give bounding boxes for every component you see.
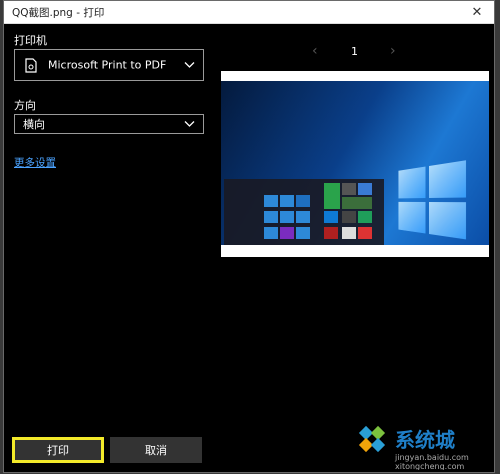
- watermark-brand: 系统城: [395, 428, 455, 452]
- preview-image: [221, 81, 489, 245]
- print-button[interactable]: 打印: [12, 437, 104, 463]
- title-bar: QQ截图.png - 打印 ✕: [4, 1, 494, 24]
- watermark-site1: jingyan.baidu.com: [394, 453, 469, 462]
- print-preview-page: [221, 71, 489, 257]
- watermark-logo: 系统城 jingyan.baidu.com xitongcheng.com: [355, 420, 495, 471]
- more-settings-link[interactable]: 更多设置: [14, 155, 56, 170]
- window-title: QQ截图.png - 打印: [12, 7, 105, 19]
- watermark-site2: xitongcheng.com: [395, 462, 465, 470]
- printer-icon: [25, 58, 37, 76]
- print-dialog: QQ截图.png - 打印 ✕ 打印机 Microsoft Print to P…: [3, 0, 495, 473]
- chevron-down-icon: [184, 59, 195, 72]
- chevron-down-icon: [184, 118, 195, 131]
- page-number: 1: [351, 45, 358, 58]
- cancel-button[interactable]: 取消: [110, 437, 202, 463]
- printer-label: 打印机: [14, 34, 47, 47]
- close-icon[interactable]: ✕: [460, 1, 494, 23]
- start-menu-thumbnail: [224, 179, 384, 245]
- printer-select[interactable]: Microsoft Print to PDF: [14, 49, 204, 81]
- orientation-select[interactable]: 横向: [14, 114, 204, 134]
- orientation-label: 方向: [14, 99, 36, 112]
- windows-logo: [398, 160, 470, 243]
- orientation-value: 横向: [23, 118, 45, 131]
- printer-value: Microsoft Print to PDF: [48, 58, 167, 72]
